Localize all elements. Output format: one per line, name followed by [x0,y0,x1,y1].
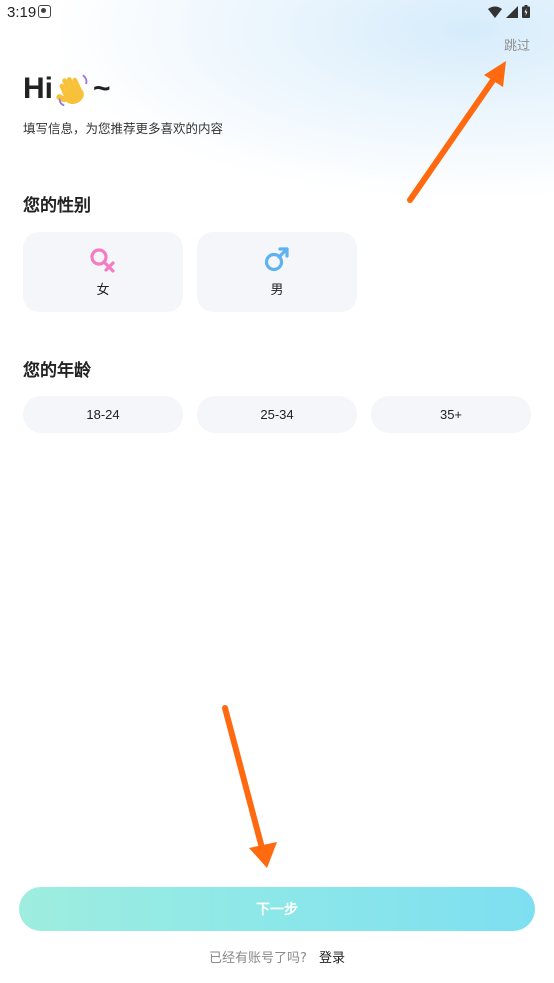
status-bar: 3:19 [0,0,554,26]
next-step-button[interactable]: 下一步 [19,887,535,931]
male-symbol-icon [264,246,289,271]
age-option-35-plus[interactable]: 35+ [371,396,531,433]
skip-button[interactable]: 跳过 [504,35,530,54]
annotation-arrow-skip [407,61,506,203]
notification-app-icon [38,5,51,18]
waving-hand-icon [56,74,88,107]
gender-option-male[interactable]: 男 [197,232,357,312]
gender-label-female: 女 [96,282,110,298]
greeting-title: Hi ~ [23,70,111,108]
greeting-prefix: Hi [23,72,53,105]
age-option-25-34[interactable]: 25-34 [197,396,357,433]
gender-label-male: 男 [270,282,284,298]
age-section-title: 您的年龄 [23,361,91,381]
login-row: 已经有账号了吗? 登录 [0,947,554,966]
female-symbol-icon [90,247,115,273]
page-subtitle: 填写信息，为您推荐更多喜欢的内容 [23,121,224,136]
annotation-arrow-next [222,705,277,868]
login-prompt: 已经有账号了吗? [208,951,307,966]
status-icons [488,5,530,18]
status-time: 3:19 [7,4,37,21]
age-option-18-24[interactable]: 18-24 [23,396,183,433]
login-link[interactable]: 登录 [319,951,345,966]
wifi-icon [488,6,502,18]
greeting-suffix: ~ [93,72,111,105]
gender-section-title: 您的性别 [23,196,91,216]
gender-option-female[interactable]: 女 [23,232,183,312]
sparkle-icon [36,52,54,70]
signal-icon [506,5,518,18]
battery-icon [522,5,530,18]
